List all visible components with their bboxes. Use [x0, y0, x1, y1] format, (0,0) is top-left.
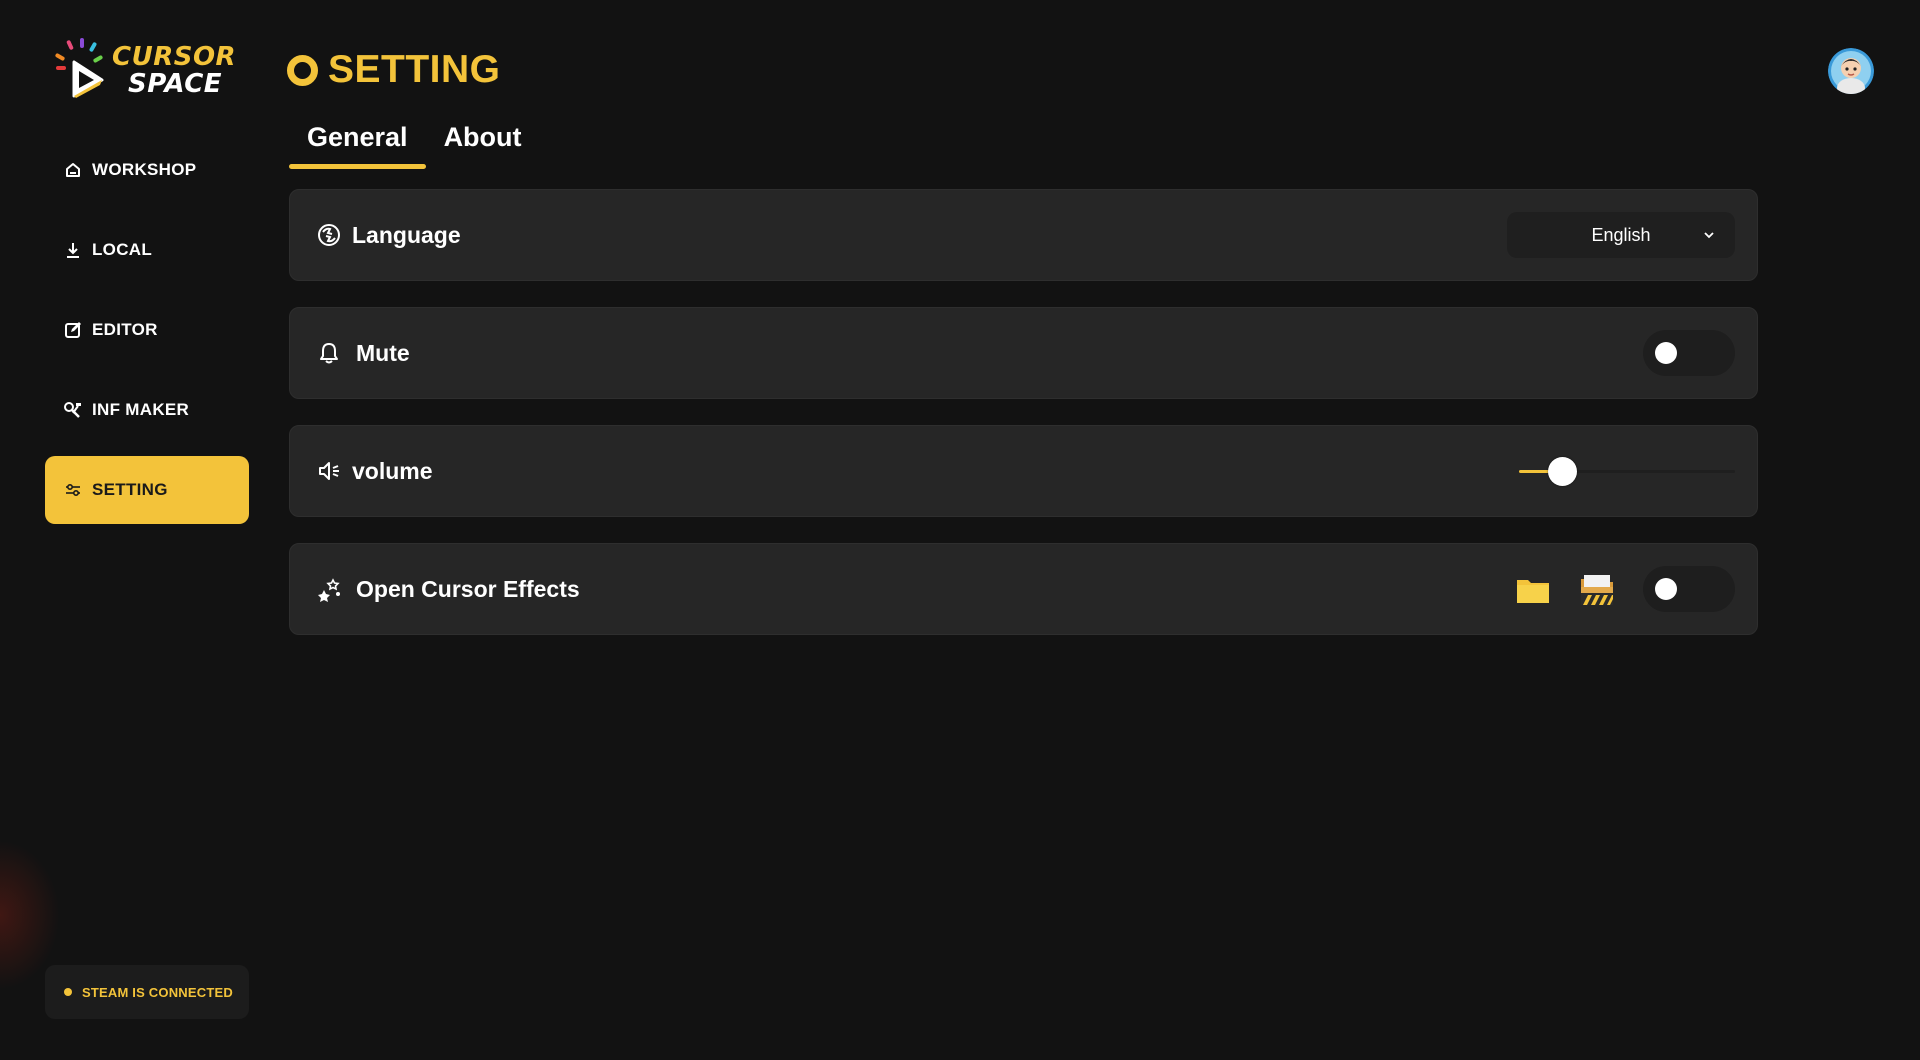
sidebar-item-local[interactable]: LOCAL — [45, 216, 249, 284]
sliders-icon — [63, 480, 83, 500]
sidebar-item-setting[interactable]: SETTING — [45, 456, 249, 524]
language-label: Language — [352, 221, 461, 248]
download-icon — [63, 240, 83, 260]
sidebar: CURSOR SPACE WORKSHOP LOCAL EDITOR INF M… — [0, 0, 270, 1060]
steam-status-badge: STEAM IS CONNECTED — [45, 965, 249, 1019]
logo-icon — [55, 38, 104, 98]
sidebar-item-editor[interactable]: EDITOR — [45, 296, 249, 364]
sidebar-nav: WORKSHOP LOCAL EDITOR INF MAKER SETTING — [45, 136, 249, 536]
cursor-effects-label: Open Cursor Effects — [356, 575, 580, 602]
language-icon — [316, 222, 342, 248]
folder-icon — [1517, 580, 1549, 603]
volume-label: volume — [352, 457, 433, 484]
speaker-icon — [316, 458, 342, 484]
edit-icon — [63, 320, 83, 340]
mute-label: Mute — [356, 339, 410, 366]
user-avatar[interactable] — [1828, 48, 1874, 94]
open-folder-button[interactable] — [1579, 572, 1615, 608]
toggle-knob — [1655, 342, 1677, 364]
sidebar-item-label: SETTING — [92, 480, 168, 499]
app-window: CURSOR SPACE WORKSHOP LOCAL EDITOR INF M… — [0, 0, 1920, 1060]
cursor-effects-toggle[interactable] — [1643, 566, 1735, 612]
volume-slider[interactable] — [1519, 454, 1735, 488]
ring-icon — [287, 54, 318, 86]
page-title: SETTING — [287, 48, 501, 92]
language-setting-row: Language English — [289, 189, 1758, 281]
logo-text: CURSOR SPACE — [112, 44, 236, 98]
status-dot-icon — [64, 988, 72, 996]
bell-icon — [316, 340, 342, 366]
sidebar-item-workshop[interactable]: WORKSHOP — [45, 136, 249, 204]
sidebar-item-label: WORKSHOP — [92, 160, 197, 179]
slider-thumb[interactable] — [1548, 457, 1578, 486]
cursor-effects-setting-row: Open Cursor Effects — [289, 543, 1758, 635]
home-icon — [63, 160, 83, 180]
tab-general[interactable]: General — [289, 122, 426, 169]
sidebar-item-label: EDITOR — [92, 320, 158, 339]
sidebar-item-label: INF MAKER — [92, 400, 190, 419]
folder-button[interactable] — [1515, 572, 1551, 608]
volume-setting-row: volume — [289, 425, 1758, 517]
toggle-knob — [1655, 578, 1677, 600]
page-title-text: SETTING — [328, 48, 501, 91]
language-select[interactable]: English — [1507, 212, 1735, 258]
chevron-down-icon — [1703, 226, 1715, 247]
language-value: English — [1591, 224, 1651, 245]
logo-line2: SPACE — [128, 69, 223, 99]
open-folder-icon — [1581, 575, 1613, 605]
sparkles-icon — [316, 576, 342, 602]
settings-tabs: General About — [289, 122, 540, 169]
logo-line1: CURSOR — [112, 42, 237, 72]
steam-status-text: STEAM IS CONNECTED — [82, 984, 233, 1000]
tools-icon — [63, 400, 83, 420]
app-logo: CURSOR SPACE — [54, 38, 236, 104]
mute-toggle[interactable] — [1643, 330, 1735, 376]
tab-about[interactable]: About — [426, 122, 540, 166]
sidebar-item-label: LOCAL — [92, 240, 153, 259]
mute-setting-row: Mute — [289, 307, 1758, 399]
sidebar-item-inf-maker[interactable]: INF MAKER — [45, 376, 249, 444]
